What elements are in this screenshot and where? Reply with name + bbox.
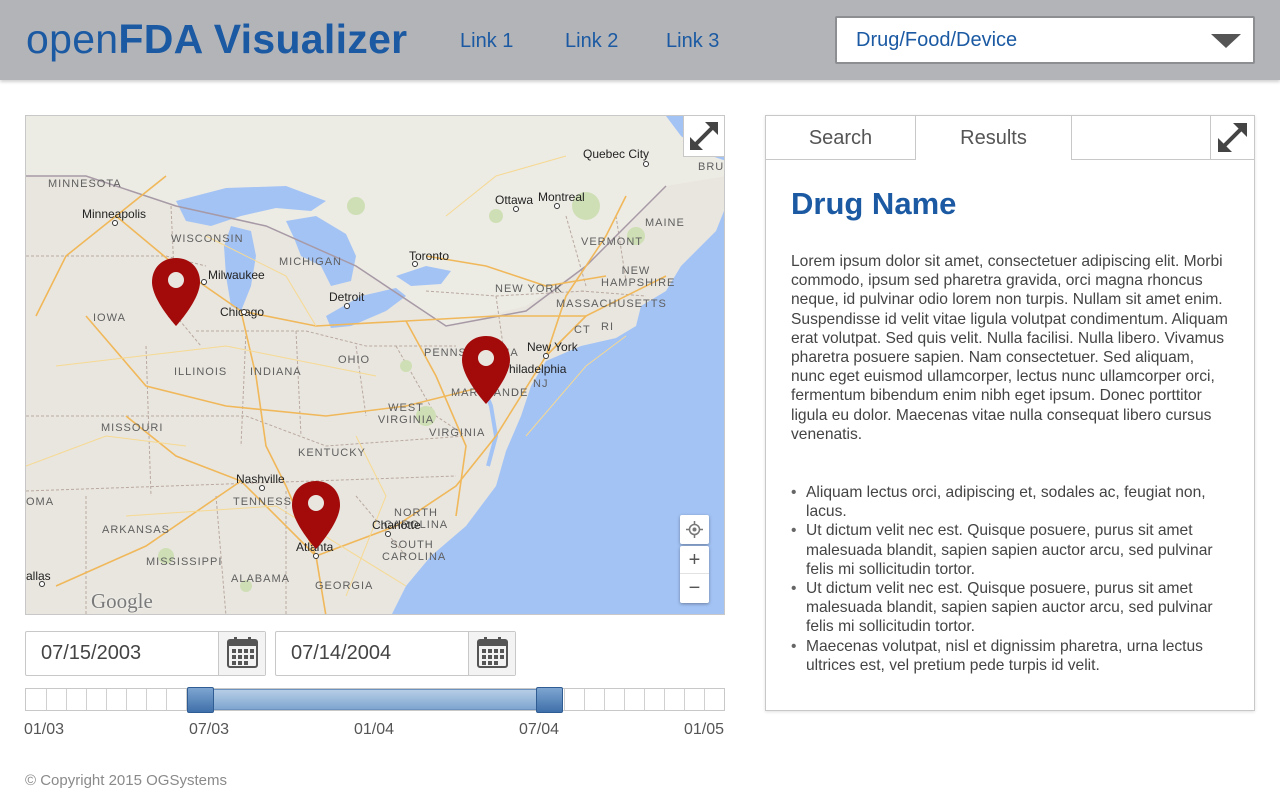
- start-date-field: [25, 631, 266, 676]
- slider-tick: [106, 689, 107, 710]
- slider-axis-label: 01/04: [354, 721, 395, 738]
- panel-expand-button[interactable]: [1210, 115, 1255, 160]
- expand-arrows-icon: [1218, 123, 1247, 152]
- logo-bold-text: FDA Visualizer: [118, 16, 408, 62]
- end-date-input[interactable]: [276, 632, 469, 675]
- slider-selected-range: [200, 689, 550, 710]
- logo-light-text: open: [26, 16, 119, 62]
- details-panel: Search Results Drug Name Lorem ipsum dol…: [765, 115, 1255, 711]
- copyright-text: © Copyright 2015 OGSystems: [25, 772, 227, 789]
- slider-tick: [564, 689, 565, 710]
- zoom-in-button[interactable]: +: [680, 546, 709, 574]
- slider-tick: [126, 689, 127, 710]
- zoom-control: + −: [680, 546, 709, 603]
- tab-bar-spacer: [1072, 116, 1212, 160]
- map-view[interactable]: MINNESOTA WISCONSIN MICHIGAN IOWA ILLINO…: [25, 115, 725, 615]
- drug-name-heading: Drug Name: [791, 186, 957, 221]
- map-city-markers: [39, 161, 649, 587]
- calendar-icon: [477, 637, 508, 668]
- slider-axis-label: 01/03: [24, 721, 65, 738]
- slider-tick: [644, 689, 645, 710]
- google-attribution: Google: [91, 589, 153, 613]
- map-pin-marker-3[interactable]: [290, 479, 342, 551]
- dropdown-selected-value: Drug/Food/Device: [856, 29, 1018, 51]
- slider-axis-label: 01/05: [684, 721, 725, 738]
- slider-tick: [624, 689, 625, 710]
- top-header: openFDA Visualizer Link 1 Link 2 Link 3 …: [0, 0, 1280, 80]
- tab-search[interactable]: Search: [766, 116, 916, 160]
- map-pin-marker-1[interactable]: [150, 256, 202, 328]
- nav-link-3[interactable]: Link 3: [666, 30, 719, 53]
- slider-tick: [66, 689, 67, 710]
- list-item: Maecenas volutpat, nisl et dignissim pha…: [791, 637, 1236, 675]
- category-dropdown[interactable]: Drug/Food/Device: [835, 16, 1255, 64]
- date-range-slider[interactable]: [25, 687, 725, 713]
- tab-results[interactable]: Results: [916, 116, 1072, 160]
- drug-bullet-list: Aliquam lectus orci, adipiscing et, soda…: [791, 483, 1236, 675]
- map-expand-button[interactable]: [683, 116, 724, 157]
- slider-tick: [584, 689, 585, 710]
- crosshair-icon: [686, 521, 703, 538]
- slider-start-handle[interactable]: [187, 687, 214, 713]
- start-date-input[interactable]: [26, 632, 219, 675]
- nav-link-1[interactable]: Link 1: [460, 30, 513, 53]
- list-item: Aliquam lectus orci, adipiscing et, soda…: [791, 483, 1236, 521]
- slider-end-handle[interactable]: [536, 687, 563, 713]
- app-logo[interactable]: openFDA Visualizer: [26, 16, 407, 63]
- slider-tick: [146, 689, 147, 710]
- map-pin-marker-2[interactable]: [460, 334, 512, 406]
- slider-axis-label: 07/04: [519, 721, 560, 738]
- slider-tick: [704, 689, 705, 710]
- chevron-down-icon: [1211, 34, 1241, 48]
- calendar-icon: [227, 637, 258, 668]
- list-item: Ut dictum velit nec est. Quisque posuere…: [791, 521, 1236, 579]
- slider-tick: [166, 689, 167, 710]
- nav-link-2[interactable]: Link 2: [565, 30, 618, 53]
- slider-tick: [684, 689, 685, 710]
- end-date-field: [275, 631, 516, 676]
- end-date-calendar-button[interactable]: [468, 632, 515, 675]
- expand-arrows-icon: [690, 122, 718, 150]
- slider-tick: [604, 689, 605, 710]
- my-location-button[interactable]: [680, 515, 709, 544]
- drug-description: Lorem ipsum dolor sit amet, consectetuer…: [791, 253, 1228, 443]
- zoom-out-button[interactable]: −: [680, 574, 709, 603]
- start-date-calendar-button[interactable]: [218, 632, 265, 675]
- slider-axis-label: 07/03: [189, 721, 230, 738]
- list-item: Ut dictum velit nec est. Quisque posuere…: [791, 579, 1236, 637]
- slider-tick: [46, 689, 47, 710]
- slider-tick: [86, 689, 87, 710]
- slider-tick: [664, 689, 665, 710]
